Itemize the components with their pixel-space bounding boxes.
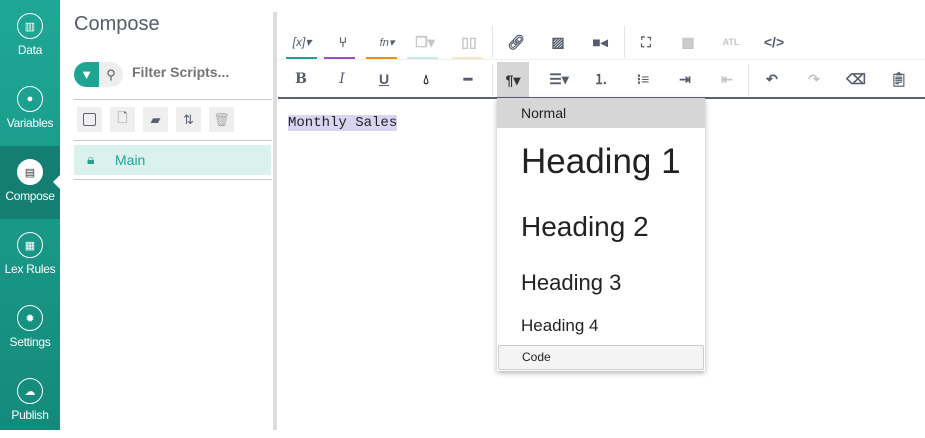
unordered-list-icon[interactable]: ⁝≡ [626, 62, 660, 96]
branch-icon[interactable]: ⑂ [326, 25, 360, 59]
editor: [x]▾ ⑂ fn▾ ❐▾ ▯▯ 🔗︎ ▨ ■◂ ⛶ ▩ ATL </> B I… [278, 0, 925, 430]
align-icon[interactable]: ☰▾ [542, 62, 576, 96]
divider [748, 64, 749, 96]
function-button[interactable]: fn▾ [370, 25, 404, 59]
video-icon[interactable]: ■◂ [583, 25, 617, 59]
library-icon[interactable]: ▯▯ [452, 25, 486, 59]
format-option-code[interactable]: Code [498, 345, 704, 370]
map-pin-icon: ● [17, 86, 43, 112]
cloud-upload-icon: ☁ [17, 378, 43, 404]
document-icon: ▤ [17, 159, 43, 185]
divider [624, 26, 625, 58]
sidebar-item-lex-rules[interactable]: ▦ Lex Rules [0, 219, 60, 292]
sidebar-item-data[interactable]: ▥ Data [0, 0, 60, 73]
script-item-main[interactable]: 🔒︎ Main [74, 145, 271, 175]
ordered-list-icon[interactable]: ⒈ [584, 62, 618, 96]
undo-icon[interactable]: ↶ [755, 62, 789, 96]
nav-label: Data [17, 43, 43, 57]
clipboard-icon[interactable]: 📋︎ [882, 62, 916, 96]
snippets-icon[interactable]: ❐▾ [408, 25, 442, 59]
underline-icon[interactable]: U [367, 62, 401, 96]
horizontal-rule-icon[interactable]: ━ [451, 62, 485, 96]
nav-label: Settings [9, 335, 51, 349]
outdent-icon[interactable]: ⇤ [710, 62, 744, 96]
format-option-heading-3[interactable]: Heading 3 [497, 270, 705, 296]
nav-label: Lex Rules [4, 262, 56, 276]
image-icon[interactable]: ▨ [541, 25, 575, 59]
nav-label: Variables [6, 116, 54, 130]
atl-icon[interactable]: ATL [714, 25, 748, 59]
edit-icon[interactable]: ▩ [671, 25, 705, 59]
sidebar-item-publish[interactable]: ☁ Publish [0, 365, 60, 438]
divider [74, 99, 272, 100]
divider [492, 26, 493, 58]
sidebar-item-compose[interactable]: ▤ Compose [0, 146, 60, 219]
script-name: Main [115, 152, 146, 168]
filter-icon[interactable]: ▼ [74, 62, 99, 87]
insert-variable-button[interactable]: [x]▾ [285, 25, 319, 59]
sort-icon[interactable]: ⇅ [176, 107, 201, 132]
divider [74, 140, 272, 141]
divider [278, 59, 925, 60]
text-color-icon[interactable]: 💧︎ [409, 62, 443, 96]
code-view-icon[interactable]: </> [757, 25, 791, 59]
filter-scripts-input[interactable] [132, 64, 262, 80]
link-icon[interactable]: 🔗︎ [499, 25, 533, 59]
bold-icon[interactable]: B [284, 62, 318, 96]
nav-label: Publish [11, 408, 49, 422]
clear-format-icon[interactable]: ⌫ [839, 62, 873, 96]
lock-icon: 🔒︎ [87, 151, 95, 167]
search-icon[interactable]: ⚲ [99, 62, 123, 87]
bar-chart-icon: ▥ [17, 13, 43, 39]
scripts-panel: Compose ▼ ⚲ 🗋 ▰ ⇅ 🗑 🔒︎ Main [60, 0, 273, 430]
format-option-normal[interactable]: Normal [497, 98, 705, 128]
format-option-heading-1[interactable]: Heading 1 [497, 142, 705, 182]
divider [492, 64, 493, 96]
fullscreen-icon[interactable]: ⛶ [629, 25, 663, 59]
format-option-heading-4[interactable]: Heading 4 [497, 316, 705, 336]
sidebar-item-settings[interactable]: ✹ Settings [0, 292, 60, 365]
panel-resizer[interactable] [273, 12, 277, 430]
sidebar-item-variables[interactable]: ● Variables [0, 73, 60, 146]
divider [74, 179, 272, 180]
editor-content[interactable]: Monthly Sales [288, 115, 398, 131]
indent-icon[interactable]: ⇥ [668, 62, 702, 96]
nav-label: Compose [5, 189, 55, 203]
new-script-icon[interactable]: 🗋 [110, 107, 135, 132]
paragraph-format-menu: Normal Heading 1 Heading 2 Heading 3 Hea… [497, 98, 705, 371]
new-folder-icon[interactable]: ▰ [143, 107, 168, 132]
italic-icon[interactable]: I [325, 62, 359, 96]
gear-icon: ✹ [17, 305, 43, 331]
panel-title: Compose [74, 13, 160, 35]
redo-icon[interactable]: ↷ [797, 62, 831, 96]
paragraph-format-button[interactable]: ¶▾ [497, 62, 529, 98]
select-all-checkbox[interactable] [77, 107, 102, 132]
delete-icon[interactable]: 🗑 [209, 107, 234, 132]
rules-file-icon: ▦ [17, 232, 43, 258]
main-sidebar: ▥ Data ● Variables ▤ Compose ▦ Lex Rules ✹ Se… [0, 0, 60, 430]
format-option-heading-2[interactable]: Heading 2 [497, 211, 705, 243]
